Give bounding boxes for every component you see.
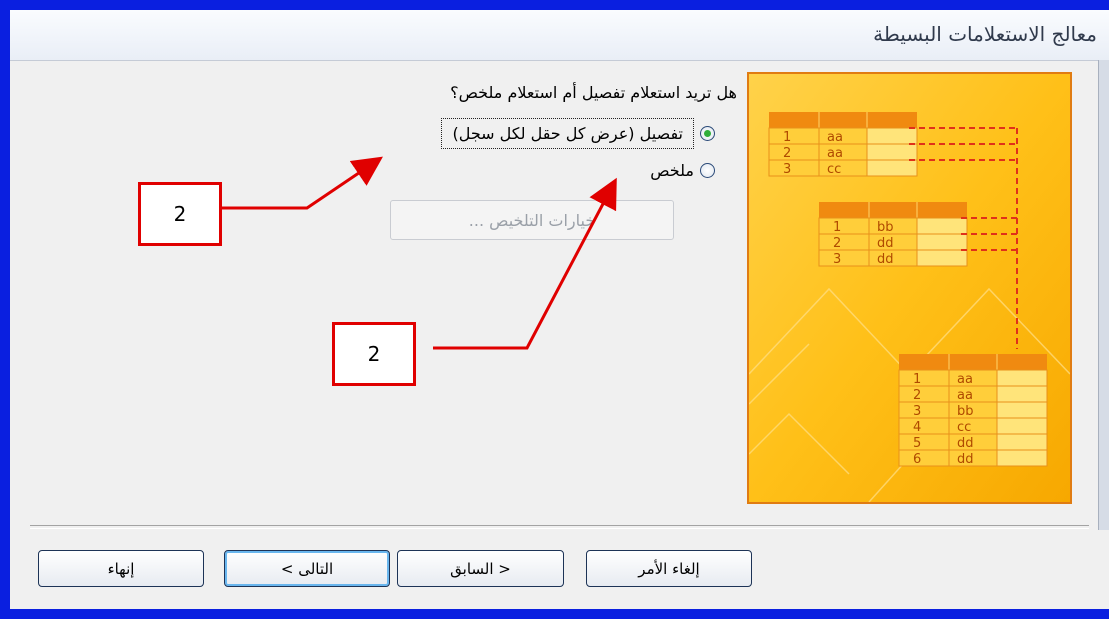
summary-option[interactable]: ملخص bbox=[650, 161, 715, 180]
illustration-table-3-cell-value: cc bbox=[957, 420, 971, 435]
summary-radio-button[interactable] bbox=[700, 163, 715, 178]
illustration-table-2-cell-number: 1 bbox=[833, 220, 841, 235]
illustration-table-3-cell-value: aa bbox=[957, 372, 973, 387]
question-text: هل تريد استعلام تفصيل أم استعلام ملخص؟ bbox=[450, 83, 737, 102]
title-bar: معالج الاستعلامات البسيطة bbox=[10, 10, 1109, 61]
illustration-graphic: 1 aa 2 aa 3 cc 1 bb 2 dd 3 dd 1 aa 2 aa 3 bb 4 cc 5 dd 6 dd bbox=[749, 74, 1070, 502]
illustration-table-3-cell-value: dd bbox=[957, 436, 974, 451]
illustration-table-3-cell-value: dd bbox=[957, 452, 974, 467]
annotation-callout-1: 2 bbox=[138, 182, 222, 246]
illustration-table-1-cell-value: cc bbox=[827, 162, 841, 177]
illustration-table-3-cell-number: 3 bbox=[913, 404, 921, 419]
query-wizard-dialog: معالج الاستعلامات البسيطة هل تريد استعلا… bbox=[10, 10, 1109, 609]
illustration-table-1-cell-number: 1 bbox=[783, 130, 791, 145]
illustration-table-1-cell-number: 2 bbox=[783, 146, 791, 161]
back-button[interactable]: < السابق bbox=[397, 550, 564, 587]
illustration-table-2-cell-number: 2 bbox=[833, 236, 841, 251]
illustration-table-2-cell-number: 3 bbox=[833, 252, 841, 267]
illustration-table-3-cell-number: 6 bbox=[913, 452, 921, 467]
illustration-table-3-cell-value: bb bbox=[957, 404, 974, 419]
footer-divider bbox=[30, 525, 1089, 529]
annotation-callout-2: 2 bbox=[332, 322, 416, 386]
illustration-table-3: 1 aa 2 aa 3 bb 4 cc 5 dd 6 dd bbox=[898, 354, 1048, 467]
illustration-table-3-cell-number: 4 bbox=[913, 420, 921, 435]
illustration-table-3-cell-value: aa bbox=[957, 388, 973, 403]
illustration-table-2-cell-value: bb bbox=[877, 220, 894, 235]
background-window-edge bbox=[1098, 60, 1109, 530]
illustration-table-3-cell-number: 1 bbox=[913, 372, 921, 387]
summary-option-label[interactable]: ملخص bbox=[650, 161, 694, 180]
next-button[interactable]: التالى > bbox=[224, 550, 390, 587]
window-title: معالج الاستعلامات البسيطة bbox=[873, 22, 1097, 46]
cancel-button[interactable]: إلغاء الأمر bbox=[586, 550, 752, 587]
summary-options-button[interactable]: خيارات التلخيص ... bbox=[390, 200, 674, 240]
wizard-illustration: 1 aa 2 aa 3 cc 1 bb 2 dd 3 dd 1 aa 2 aa 3 bb 4 cc 5 dd 6 dd bbox=[747, 72, 1072, 504]
illustration-table-3-cell-number: 5 bbox=[913, 436, 921, 451]
illustration-table-3-cell-number: 2 bbox=[913, 388, 921, 403]
illustration-table-2-cell-value: dd bbox=[877, 252, 894, 267]
detail-radio-button[interactable] bbox=[700, 126, 715, 141]
detail-option[interactable]: تفصيل (عرض كل حقل لكل سجل) bbox=[441, 118, 715, 149]
finish-button[interactable]: إنهاء bbox=[38, 550, 204, 587]
detail-option-label[interactable]: تفصيل (عرض كل حقل لكل سجل) bbox=[441, 118, 694, 149]
illustration-table-1: 1 aa 2 aa 3 cc bbox=[768, 112, 918, 177]
illustration-table-2-cell-value: dd bbox=[877, 236, 894, 251]
illustration-table-2: 1 bb 2 dd 3 dd bbox=[818, 202, 968, 267]
illustration-table-1-cell-value: aa bbox=[827, 146, 843, 161]
illustration-table-1-cell-number: 3 bbox=[783, 162, 791, 177]
illustration-table-1-cell-value: aa bbox=[827, 130, 843, 145]
